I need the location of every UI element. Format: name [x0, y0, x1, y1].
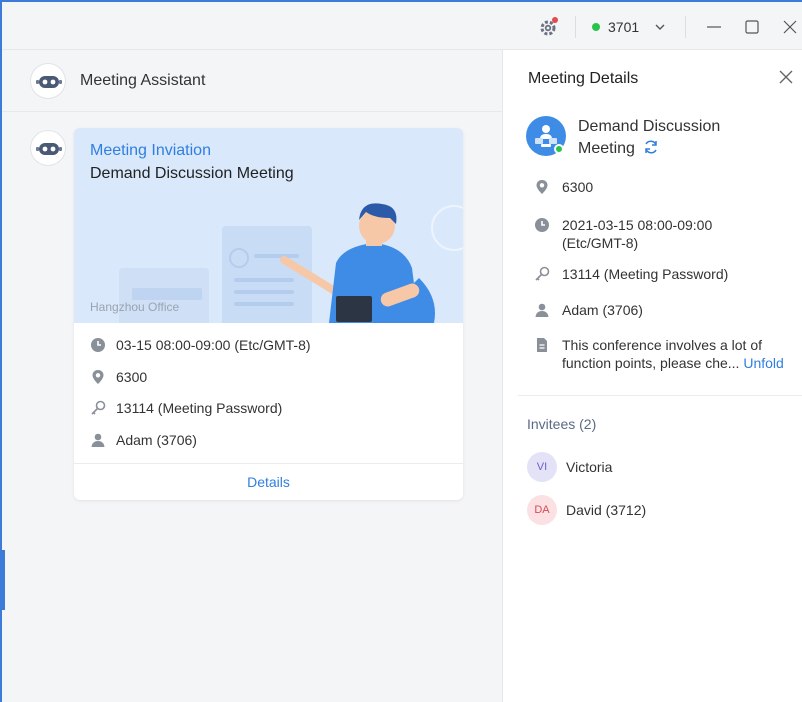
detail-description-row: This conference involves a lot of functi… — [534, 336, 802, 372]
card-host-row: Adam (3706) — [90, 430, 197, 450]
maximize-icon[interactable] — [743, 18, 761, 36]
clock-icon — [535, 218, 549, 232]
invitee-name: David (3712) — [566, 502, 647, 518]
status-extension: 3701 — [608, 19, 640, 35]
description-text: This conference involves a lot of functi… — [562, 337, 762, 371]
card-password-row: 13114 (Meeting Password) — [90, 398, 282, 418]
person-icon — [91, 433, 105, 447]
detail-host-text: Adam (3706) — [562, 302, 643, 318]
card-time-text: 03-15 08:00-09:00 (Etc/GMT-8) — [116, 337, 311, 353]
card-banner: Meeting Inviation Demand Discussion Meet… — [74, 128, 463, 323]
panel-divider — [518, 395, 802, 396]
card-time-row: 03-15 08:00-09:00 (Etc/GMT-8) — [90, 335, 311, 355]
detail-password-row: 13114 (Meeting Password) — [534, 265, 802, 283]
online-status-dot — [592, 23, 600, 31]
detail-room-row: 6300 — [534, 178, 802, 196]
chat-pane: Meeting Assistant Meeting Inviation Dema… — [2, 50, 503, 702]
chat-header: Meeting Assistant — [2, 50, 503, 112]
message-sender-avatar[interactable] — [30, 130, 66, 166]
online-status-dot — [554, 144, 564, 154]
invitee-item[interactable]: DA David (3712) — [527, 495, 646, 525]
invitee-item[interactable]: VI Victoria — [527, 452, 612, 482]
robot-icon — [36, 76, 62, 88]
invitee-avatar: VI — [527, 452, 557, 482]
minimize-icon[interactable] — [705, 18, 723, 36]
panel-title: Meeting Details — [528, 70, 639, 87]
unfold-link[interactable]: Unfold — [743, 355, 783, 371]
meeting-title: Demand Discussion Meeting — [578, 116, 778, 160]
detail-time-text: 2021-03-15 08:00-09:00 (Etc/GMT-8) — [562, 217, 713, 251]
clock-icon — [91, 338, 105, 352]
document-icon — [537, 338, 547, 352]
location-pin-icon — [536, 180, 548, 194]
card-host-text: Adam (3706) — [116, 432, 197, 448]
close-icon[interactable] — [778, 69, 794, 85]
key-icon — [535, 266, 550, 281]
app-window: 3701 Meeting Assistant Meeting Inviation… — [0, 0, 802, 702]
card-divider — [74, 463, 463, 464]
detail-password-text: 13114 (Meeting Password) — [562, 266, 729, 282]
person-icon — [535, 303, 549, 317]
location-watermark: Hangzhou Office — [90, 300, 180, 314]
titlebar-divider — [685, 16, 686, 38]
meeting-details-panel: Meeting Details Demand Discussion Meetin… — [504, 50, 802, 702]
detail-description: This conference involves a lot of functi… — [562, 336, 802, 372]
invitee-avatar: DA — [527, 495, 557, 525]
card-type-label: Meeting Inviation — [90, 142, 211, 159]
detail-time-row: 2021-03-15 08:00-09:00 (Etc/GMT-8) — [534, 216, 762, 252]
close-window-icon[interactable] — [781, 18, 799, 36]
meeting-invitation-card[interactable]: Meeting Inviation Demand Discussion Meet… — [74, 128, 463, 500]
window-resize-edge[interactable] — [2, 550, 5, 610]
invitees-heading: Invitees (2) — [527, 416, 597, 432]
settings-gear-icon[interactable] — [538, 16, 560, 38]
card-room-row: 6300 — [90, 367, 147, 387]
recurring-sync-icon — [645, 140, 658, 154]
detail-room-text: 6300 — [562, 179, 594, 195]
card-meeting-title: Demand Discussion Meeting — [90, 165, 294, 182]
detail-host-row: Adam (3706) — [534, 301, 802, 319]
invitee-name: Victoria — [566, 459, 613, 475]
chat-title: Meeting Assistant — [80, 72, 206, 89]
card-room-text: 6300 — [116, 369, 148, 385]
key-icon — [91, 400, 106, 415]
location-pin-icon — [92, 370, 104, 384]
assistant-avatar[interactable] — [30, 63, 66, 99]
titlebar-divider — [575, 16, 576, 38]
robot-icon — [36, 143, 62, 155]
title-bar: 3701 — [2, 2, 802, 50]
card-password-text: 13114 (Meeting Password) — [116, 400, 283, 416]
chevron-down-icon — [655, 24, 665, 30]
details-link[interactable]: Details — [74, 468, 463, 496]
status-selector[interactable]: 3701 — [592, 18, 667, 36]
